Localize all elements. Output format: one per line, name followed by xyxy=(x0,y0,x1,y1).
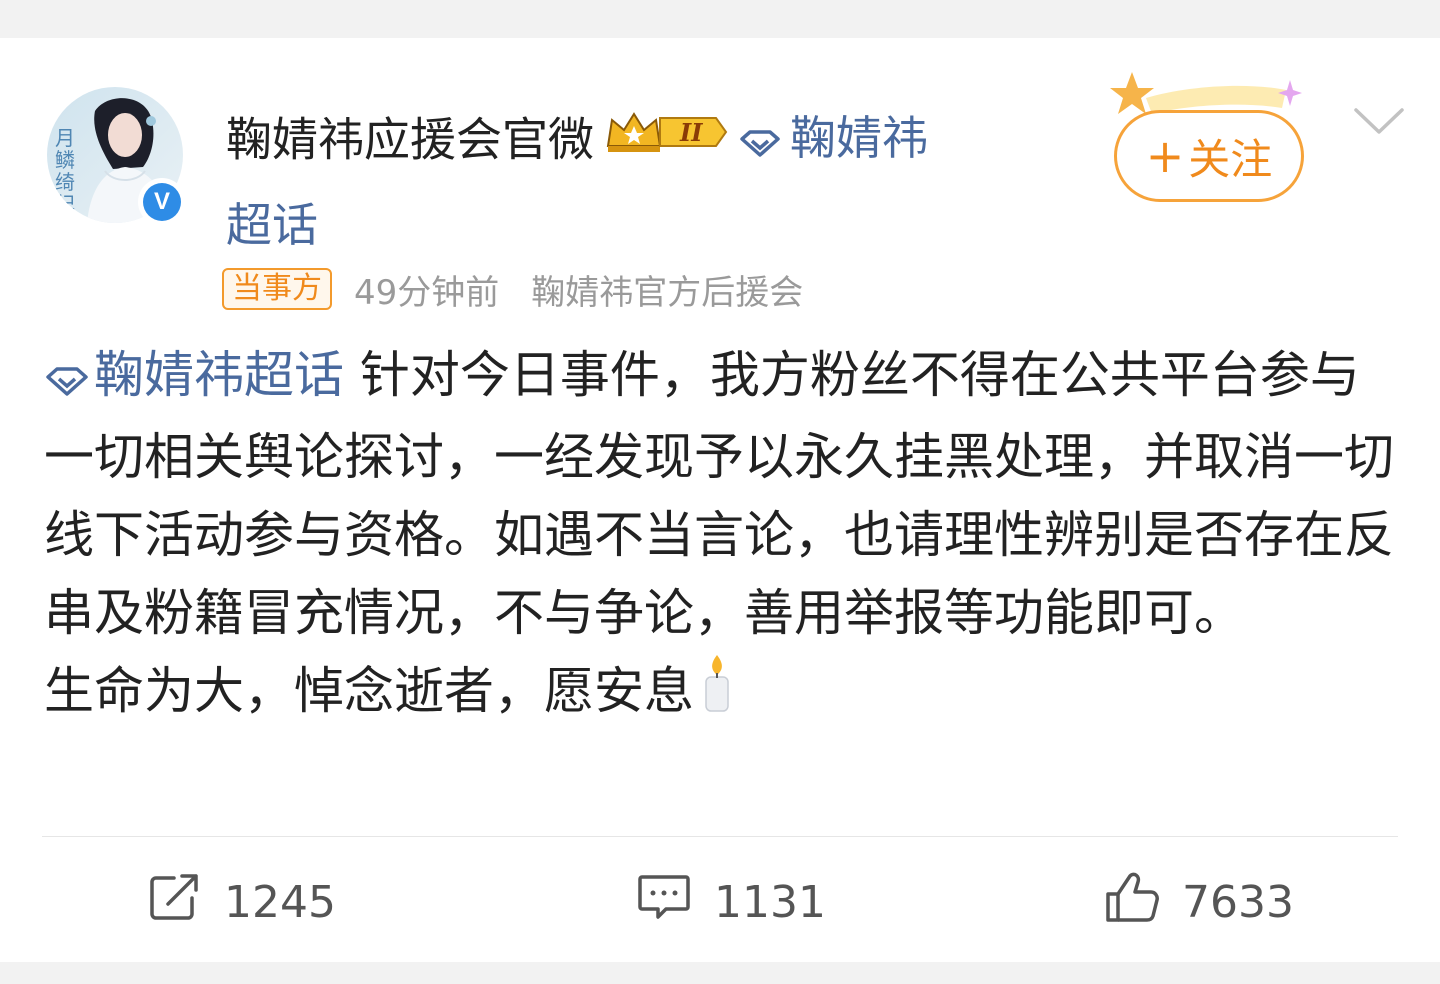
author-header: 鞠婧祎应援会官微 II 鞠婧祎超话 xyxy=(226,96,1086,265)
like-count: 7633 xyxy=(1182,876,1294,928)
repost-icon xyxy=(148,872,202,933)
weibo-post-card: 月鳞绮纪 V 鞠婧祎应援会官微 II 鞠婧祎 超话 当事方 49分钟前 鞠婧祎官方… xyxy=(0,38,1440,962)
follow-area: + 关注 xyxy=(1096,68,1326,228)
author-name[interactable]: 鞠婧祎应援会官微 xyxy=(226,113,594,167)
actions-divider xyxy=(42,836,1398,837)
verified-badge-icon: V xyxy=(138,178,186,226)
post-body-text-2: 生命为大，悼念逝者，愿安息 xyxy=(44,661,694,720)
follow-label: 关注 xyxy=(1188,134,1273,184)
crown-icon[interactable]: II xyxy=(604,100,730,180)
follow-button[interactable]: + 关注 xyxy=(1114,110,1304,202)
author-topic-suffix: 超话 xyxy=(226,197,318,252)
candle-emoji-icon xyxy=(700,653,734,735)
post-time[interactable]: 49分钟前 xyxy=(354,265,499,314)
thumbs-up-icon xyxy=(1104,870,1160,935)
crown-level: II xyxy=(679,118,703,147)
party-badge: 当事方 xyxy=(222,268,332,310)
repost-button[interactable]: 1245 xyxy=(148,866,336,938)
post-body-paragraph: 鞠婧祎超话 针对今日事件，我方粉丝不得在公共平台参与一切相关舆论探讨，一经发现予… xyxy=(44,336,1400,652)
post-source: 鞠婧祎官方后援会 xyxy=(531,272,804,313)
chevron-down-icon[interactable] xyxy=(1352,104,1406,142)
post-body-paragraph-2: 生命为大，悼念逝者，愿安息 xyxy=(44,652,1400,736)
post-meta: 当事方 49分钟前 鞠婧祎官方后援会 xyxy=(222,268,803,313)
comment-icon xyxy=(636,871,692,934)
page-bottom-spacer xyxy=(0,962,1440,984)
post-body: 鞠婧祎超话 针对今日事件，我方粉丝不得在公共平台参与一切相关舆论探讨，一经发现予… xyxy=(44,336,1400,735)
repost-count: 1245 xyxy=(224,876,336,928)
follow-plus: + xyxy=(1145,129,1185,183)
verified-mark: V xyxy=(143,183,181,221)
body-topic-name: 鞠婧祎超话 xyxy=(94,346,344,404)
comment-count: 1131 xyxy=(714,876,826,928)
body-topic-link[interactable]: 鞠婧祎超话 xyxy=(44,346,344,404)
author-topic-name: 鞠婧祎 xyxy=(790,110,928,165)
comment-button[interactable]: 1131 xyxy=(636,866,826,938)
avatar-caption: 月鳞绮纪 xyxy=(55,126,75,216)
super-topic-diamond-icon xyxy=(44,340,90,418)
super-topic-diamond-icon xyxy=(738,101,782,181)
like-button[interactable]: 7633 xyxy=(1104,866,1294,938)
action-bar: 1245 1131 7633 xyxy=(0,866,1440,938)
